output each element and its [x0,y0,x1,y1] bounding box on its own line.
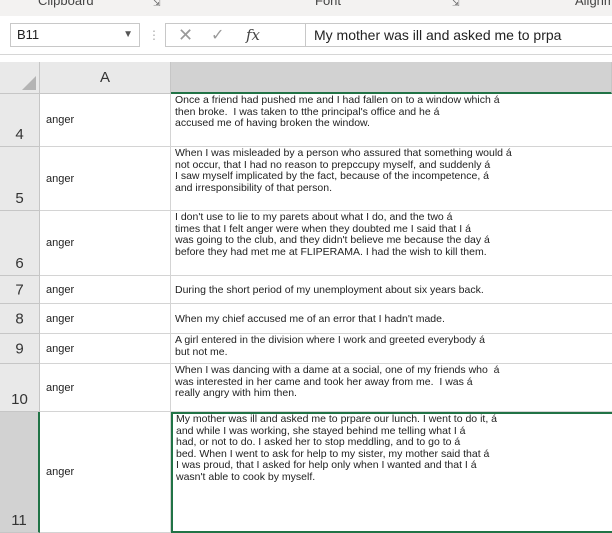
table-row: 5 anger When I was misleaded by a person… [0,147,612,211]
row-header[interactable]: 8 [0,304,40,334]
insert-function-icon[interactable]: fx [246,26,260,44]
ribbon-group-clipboard: Clipboard [38,0,94,8]
row-header[interactable]: 9 [0,334,40,364]
select-all-button[interactable] [0,62,40,94]
dialog-launcher-icon[interactable]: ⇲ [153,0,161,9]
cell-b[interactable]: Once a friend had pushed me and I had fa… [171,94,612,147]
row-number: 6 [15,255,24,272]
dialog-launcher-icon[interactable]: ⇲ [452,0,460,9]
cell-b-text: During the short period of my unemployme… [175,283,484,296]
table-row: 4 anger Once a friend had pushed me and … [0,94,612,147]
row-header[interactable]: 4 [0,94,40,147]
cell-b[interactable]: When my chief accused me of an error tha… [171,304,612,334]
row-number: 7 [15,281,24,298]
cell-b[interactable]: During the short period of my unemployme… [171,276,612,304]
column-header-a[interactable]: A [40,62,171,94]
table-row: 11 anger My mother was ill and asked me … [0,412,612,533]
column-header-b[interactable] [171,62,612,94]
row-number: 5 [15,190,24,207]
row-number: 8 [15,310,24,327]
cell-a[interactable]: anger [40,364,171,412]
cell-a[interactable]: anger [40,334,171,364]
cell-b[interactable]: I don't use to lie to my parets about wh… [171,211,612,276]
table-row: 9 anger A girl entered in the division w… [0,334,612,364]
select-all-icon [22,76,36,90]
row-number: 9 [15,340,24,357]
row-header[interactable]: 10 [0,364,40,412]
ribbon-group-labels: Clipboard ⇲ Font ⇲ Alignment [0,0,612,17]
name-box[interactable]: B11 ▼ [10,23,140,47]
cell-a[interactable]: anger [40,304,171,334]
cell-a-text: anger [46,312,75,325]
table-row: 7 anger During the short period of my un… [0,276,612,304]
row-header[interactable]: 11 [0,412,40,533]
row-header[interactable]: 5 [0,147,40,211]
cell-a-text: anger [46,342,75,355]
row-number: 10 [11,391,28,408]
cell-a-text: anger [46,381,75,394]
table-row: 8 anger When my chief accused me of an e… [0,304,612,334]
row-header[interactable]: 6 [0,211,40,276]
resize-handle-icon[interactable]: ⋮ [148,28,160,42]
formula-input[interactable]: My mother was ill and asked me to prpa [305,23,612,47]
cell-a-text: anger [46,466,75,478]
cell-b[interactable]: A girl entered in the division where I w… [171,334,612,364]
name-box-value: B11 [17,27,40,42]
table-row: 6 anger I don't use to lie to my parets … [0,211,612,276]
enter-icon[interactable]: ✓ [211,25,224,45]
cell-b-text: When my chief accused me of an error tha… [175,312,445,325]
cancel-icon[interactable]: ✕ [178,25,193,46]
cell-a-text: anger [46,283,75,296]
cell-a-text: anger [46,114,75,126]
cell-a[interactable]: anger [40,211,171,276]
cell-a[interactable]: anger [40,276,171,304]
cell-a[interactable]: anger [40,412,171,533]
cell-a-text: anger [46,237,75,249]
formula-buttons: ✕ ✓ fx [165,23,305,47]
row-number: 4 [15,126,24,143]
row-header[interactable]: 7 [0,276,40,304]
cell-a[interactable]: anger [40,94,171,147]
active-cell-b11[interactable]: My mother was ill and asked me to prpare… [171,412,612,533]
cell-a-text: anger [46,172,75,185]
row-number: 11 [11,512,27,529]
cell-b[interactable]: When I was misleaded by a person who ass… [171,147,612,211]
worksheet-grid: A 4 anger Once a friend had pushed me an… [0,62,612,533]
formula-bar: B11 ▼ ⋮ ✕ ✓ fx My mother was ill and ask… [0,16,612,55]
cell-a[interactable]: anger [40,147,171,211]
chevron-down-icon[interactable]: ▼ [123,24,133,46]
cell-b[interactable]: When I was dancing with a dame at a soci… [171,364,612,412]
ribbon-group-alignment: Alignment [575,0,612,8]
ribbon-group-font: Font [315,0,342,8]
table-row: 10 anger When I was dancing with a dame … [0,364,612,412]
